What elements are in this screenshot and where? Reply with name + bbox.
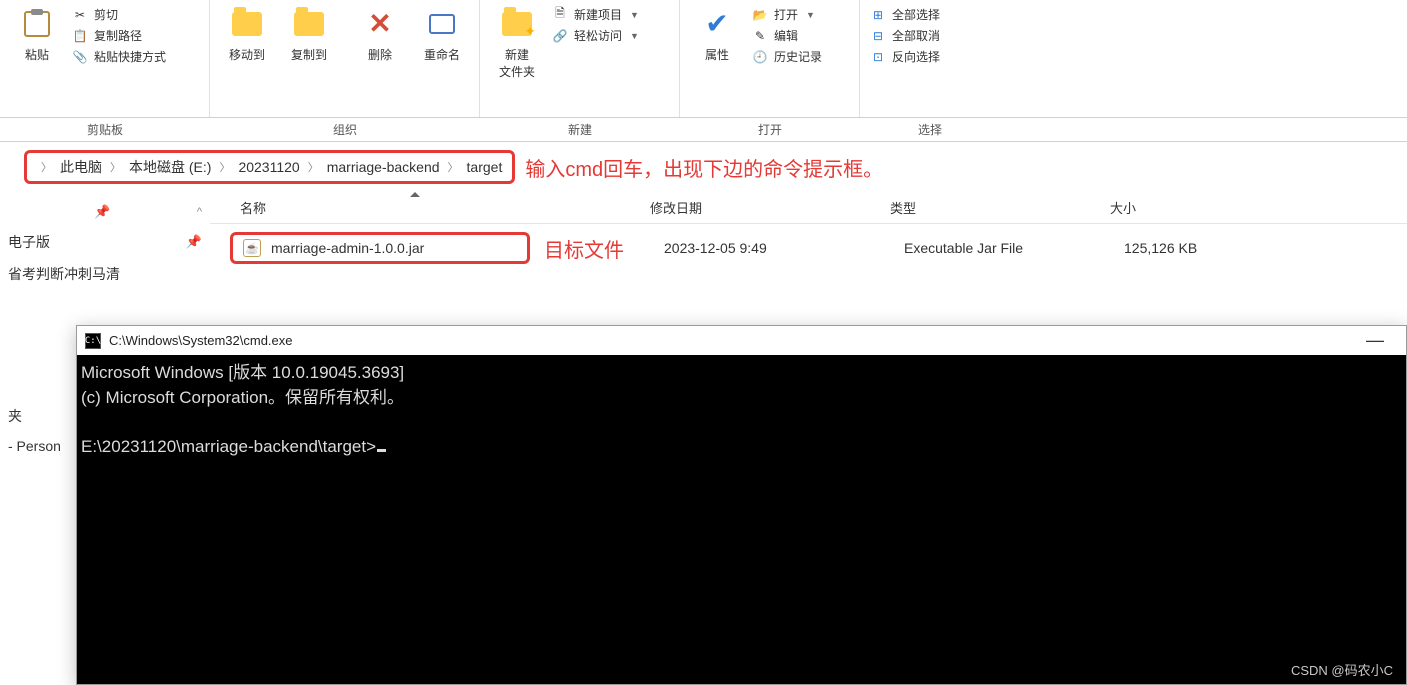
group-label-organize: 组织 xyxy=(210,118,480,141)
column-size[interactable]: 大小 xyxy=(1110,198,1270,217)
annotation-cmd-hint: 输入cmd回车，出现下边的命令提示框。 xyxy=(525,153,883,182)
select-all-icon: ⊞ xyxy=(870,7,886,23)
select-all-button[interactable]: ⊞全部选择 xyxy=(870,6,940,23)
group-label-clipboard: 剪贴板 xyxy=(0,118,210,141)
chevron-right-icon[interactable]: 〉 xyxy=(106,159,125,175)
easy-access-button[interactable]: 🔗轻松访问▼ xyxy=(552,27,639,44)
jar-file-icon xyxy=(243,239,261,257)
annotation-target-file: 目标文件 xyxy=(544,234,664,263)
file-type: Executable Jar File xyxy=(904,240,1124,256)
copy-path-button[interactable]: 📋复制路径 xyxy=(72,27,166,44)
pin-icon: 📌 xyxy=(186,234,202,250)
new-folder-icon: ✦ xyxy=(501,8,533,40)
column-name[interactable]: 名称 xyxy=(210,198,650,217)
watermark: CSDN @码农小C xyxy=(1291,660,1393,679)
path-icon: 📋 xyxy=(72,28,88,44)
ribbon: 粘贴 ✂剪切 📋复制路径 📎粘贴快捷方式 移动到 复制到 ✕删除 重命名 ✦新建… xyxy=(0,0,1407,118)
group-label-new: 新建 xyxy=(480,118,680,141)
chevron-right-icon[interactable]: 〉 xyxy=(444,159,463,175)
select-none-icon: ⊟ xyxy=(870,28,886,44)
cmd-icon: C:\ xyxy=(85,333,101,349)
chevron-right-icon[interactable]: 〉 xyxy=(215,159,234,175)
crumb-drive[interactable]: 本地磁盘 (E:) xyxy=(129,157,211,177)
column-headers: 名称 修改日期 类型 大小 xyxy=(210,192,1407,224)
delete-icon: ✕ xyxy=(364,8,396,40)
file-row[interactable]: marriage-admin-1.0.0.jar 目标文件 2023-12-05… xyxy=(210,224,1407,272)
invert-selection-button[interactable]: ⊡反向选择 xyxy=(870,48,940,65)
new-item-icon: 🗎 xyxy=(552,7,568,23)
copy-icon xyxy=(293,8,325,40)
paste-button[interactable]: 粘贴 xyxy=(6,4,68,67)
new-folder-button[interactable]: ✦新建 文件夹 xyxy=(486,4,548,84)
open-icon: 📂 xyxy=(752,7,768,23)
address-bar-row: 〉 此电脑 〉 本地磁盘 (E:) 〉 20231120 〉 marriage-… xyxy=(0,142,1407,192)
group-label-open: 打开 xyxy=(680,118,860,141)
open-button[interactable]: 📂打开▼ xyxy=(752,6,822,23)
select-none-button[interactable]: ⊟全部取消 xyxy=(870,27,940,44)
crumb-folder2[interactable]: marriage-backend xyxy=(327,159,440,175)
ribbon-group-organize: 移动到 复制到 ✕删除 重命名 xyxy=(210,0,480,117)
rename-icon xyxy=(426,8,458,40)
invert-icon: ⊡ xyxy=(870,49,886,65)
clipboard-icon xyxy=(21,8,53,40)
cmd-terminal[interactable]: Microsoft Windows [版本 10.0.19045.3693] (… xyxy=(77,355,1406,684)
minimize-button[interactable]: — xyxy=(1352,330,1398,351)
crumb-folder3[interactable]: target xyxy=(467,159,503,175)
file-size: 125,126 KB xyxy=(1124,240,1284,256)
move-icon xyxy=(231,8,263,40)
edit-button[interactable]: ✎编辑 xyxy=(752,27,822,44)
file-name-cell[interactable]: marriage-admin-1.0.0.jar xyxy=(230,232,530,264)
file-name: marriage-admin-1.0.0.jar xyxy=(271,240,424,256)
ribbon-group-open: ✔属性 📂打开▼ ✎编辑 🕘历史记录 xyxy=(680,0,860,117)
ribbon-section-labels: 剪贴板 组织 新建 打开 选择 xyxy=(0,118,1407,142)
cut-button[interactable]: ✂剪切 xyxy=(72,6,166,23)
group-label-select: 选择 xyxy=(860,118,1000,141)
scissors-icon: ✂ xyxy=(72,7,88,23)
history-icon: 🕘 xyxy=(752,49,768,65)
paste-shortcut-button[interactable]: 📎粘贴快捷方式 xyxy=(72,48,166,65)
edit-icon: ✎ xyxy=(752,28,768,44)
paste-label: 粘贴 xyxy=(25,46,49,63)
column-type[interactable]: 类型 xyxy=(890,198,1110,217)
cmd-window: C:\ C:\Windows\System32\cmd.exe — Micros… xyxy=(76,325,1407,685)
new-item-button[interactable]: 🗎新建项目▼ xyxy=(552,6,639,23)
column-date[interactable]: 修改日期 xyxy=(650,198,890,217)
easy-access-icon: 🔗 xyxy=(552,28,568,44)
pin-icon: 📌 xyxy=(94,204,110,220)
nav-item-1[interactable]: 电子版📌 xyxy=(4,226,206,258)
cmd-titlebar[interactable]: C:\ C:\Windows\System32\cmd.exe — xyxy=(77,326,1406,355)
nav-quick-item[interactable]: 📌^ xyxy=(4,198,206,226)
shortcut-icon: 📎 xyxy=(72,49,88,65)
ribbon-group-new: ✦新建 文件夹 🗎新建项目▼ 🔗轻松访问▼ xyxy=(480,0,680,117)
ribbon-group-select: ⊞全部选择 ⊟全部取消 ⊡反向选择 xyxy=(860,0,1000,117)
properties-icon: ✔ xyxy=(701,8,733,40)
delete-button[interactable]: ✕删除 xyxy=(349,4,411,67)
rename-button[interactable]: 重命名 xyxy=(411,4,473,67)
file-date: 2023-12-05 9:49 xyxy=(664,240,904,256)
chevron-right-icon[interactable]: 〉 xyxy=(37,159,56,175)
chevron-right-icon[interactable]: 〉 xyxy=(304,159,323,175)
cmd-title-text: C:\Windows\System32\cmd.exe xyxy=(109,333,293,348)
nav-item-2[interactable]: 省考判断冲刺马清 xyxy=(4,258,206,290)
properties-button[interactable]: ✔属性 xyxy=(686,4,748,67)
cursor xyxy=(377,449,386,452)
crumb-folder1[interactable]: 20231120 xyxy=(238,159,299,175)
ribbon-group-clipboard: 粘贴 ✂剪切 📋复制路径 📎粘贴快捷方式 xyxy=(0,0,210,117)
breadcrumb[interactable]: 〉 此电脑 〉 本地磁盘 (E:) 〉 20231120 〉 marriage-… xyxy=(24,150,515,184)
move-to-button[interactable]: 移动到 xyxy=(216,4,278,67)
history-button[interactable]: 🕘历史记录 xyxy=(752,48,822,65)
copy-to-button[interactable]: 复制到 xyxy=(278,4,340,67)
crumb-pc[interactable]: 此电脑 xyxy=(60,157,102,177)
